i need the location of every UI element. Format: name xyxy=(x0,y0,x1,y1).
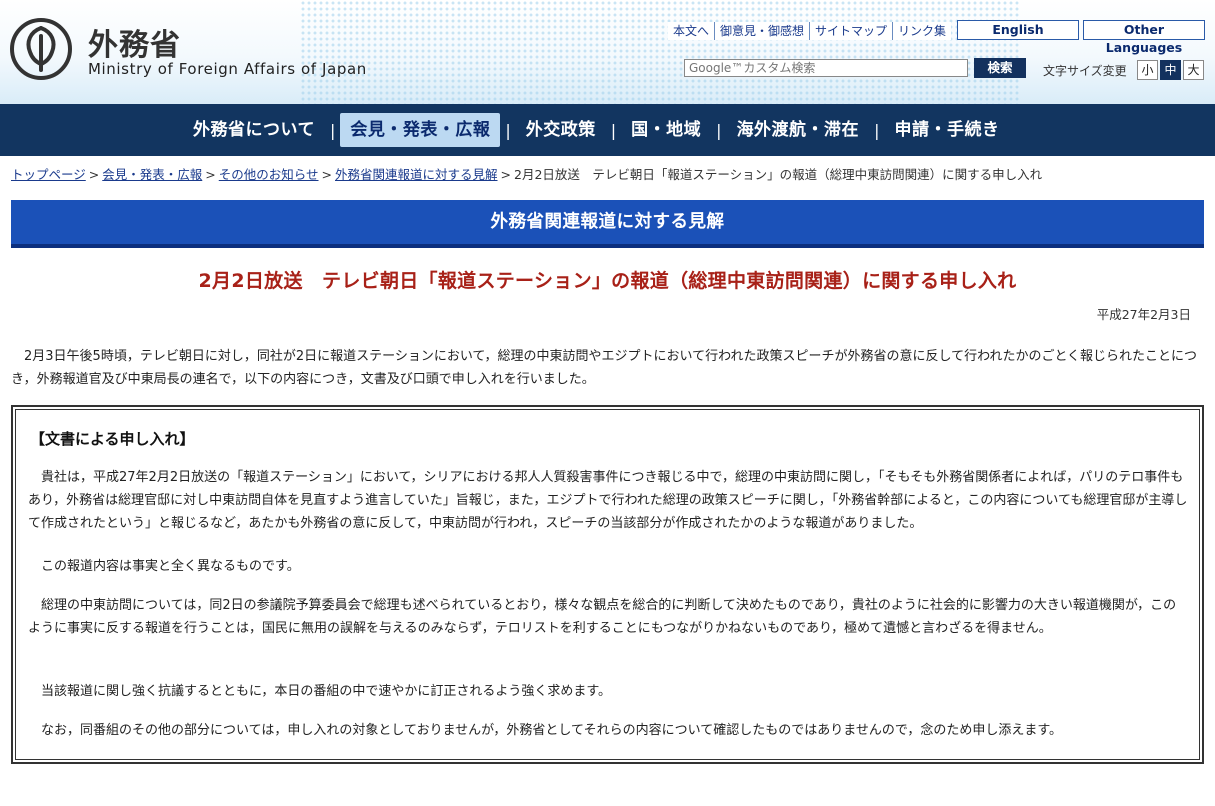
breadcrumb-link-press[interactable]: 会見・発表・広報 xyxy=(102,167,202,182)
util-link-links[interactable]: リンク集 xyxy=(893,22,951,40)
section-banner: 外務省関連報道に対する見解 xyxy=(11,200,1204,248)
letter-paragraph: 総理の中東訪問については，同2日の参議院予算委員会で総理も述べられているとおり，… xyxy=(28,598,1177,636)
breadcrumb-current: 2月2日放送 テレビ朝日「報道ステーション」の報道（総理中東訪問関連）に関する申… xyxy=(514,167,1043,182)
site-header: 外務省 Ministry of Foreign Affairs of Japan… xyxy=(0,0,1215,104)
font-size-medium-button[interactable]: 中 xyxy=(1160,60,1181,80)
letter-paragraph: この報道内容は事実と全く異なるものです。 xyxy=(28,559,300,574)
intro-paragraph: 2月3日午後5時頃，テレビ朝日に対し，同社が2日に報道ステーションにおいて，総理… xyxy=(11,349,1198,387)
nav-separator: | xyxy=(330,120,336,140)
nav-item-press[interactable]: 会見・発表・広報 xyxy=(340,113,501,147)
nav-item-travel[interactable]: 海外渡航・滞在 xyxy=(727,113,870,147)
letter-paragraph: 当該報道に関し強く抗議するとともに，本日の番組の中で速やかに訂正されるよう強く求… xyxy=(28,684,612,699)
breadcrumb: トップページ > 会見・発表・広報 > その他のお知らせ > 外務省関連報道に対する見解 >2… xyxy=(11,167,1043,182)
nav-item-about[interactable]: 外務省について xyxy=(183,113,325,147)
font-size-label: 文字サイズ変更 xyxy=(1043,64,1127,78)
page-title: 2月2日放送 テレビ朝日「報道ステーション」の報道（総理中東訪問関連）に関する申… xyxy=(198,270,1017,292)
publish-date: 平成27年2月3日 xyxy=(1096,307,1191,322)
util-link-feedback[interactable]: 御意見・御感想 xyxy=(715,22,811,40)
font-size-large-button[interactable]: 大 xyxy=(1183,60,1204,80)
other-languages-button[interactable]: Other Languages xyxy=(1083,20,1205,55)
nav-item-procedures[interactable]: 申請・手続き xyxy=(884,113,1009,147)
nav-separator: | xyxy=(610,120,617,140)
letter-heading: 【文書による申し入れ】 xyxy=(30,430,195,448)
search-input[interactable] xyxy=(684,59,968,77)
logo-english[interactable]: Ministry of Foreign Affairs of Japan xyxy=(88,60,367,78)
nav-separator: | xyxy=(505,120,511,140)
letter-paragraph: 貴社は，平成27年2月2日放送の「報道ステーション」において，シリアにおける邦人… xyxy=(28,470,1188,531)
nav-separator: | xyxy=(874,120,880,140)
nav-item-policy[interactable]: 外交政策 xyxy=(516,113,606,147)
breadcrumb-link-views[interactable]: 外務省関連報道に対する見解 xyxy=(335,167,498,182)
english-button[interactable]: English xyxy=(957,20,1079,40)
letter-box-inner: 【文書による申し入れ】 貴社は，平成27年2月2日放送の「報道ステーション」にお… xyxy=(15,409,1200,760)
global-nav: 外務省について | 会見・発表・広報 | 外交政策 | 国・地域 | 海外渡航・… xyxy=(0,104,1215,156)
util-link-sitemap[interactable]: サイトマップ xyxy=(810,22,894,40)
breadcrumb-link-notices[interactable]: その他のお知らせ xyxy=(219,167,319,182)
utility-links: 本文へ 御意見・御感想 サイトマップ リンク集 xyxy=(668,22,952,40)
search-button[interactable]: 検索 xyxy=(974,58,1026,78)
util-link-main-content[interactable]: 本文へ xyxy=(668,22,716,40)
world-map-decoration xyxy=(300,0,1020,104)
nav-item-countries[interactable]: 国・地域 xyxy=(621,113,711,147)
nav-separator: | xyxy=(716,120,722,140)
letter-paragraph: なお，同番組のその他の部分については，申し入れの対象としておりませんが，外務省と… xyxy=(28,723,1063,738)
letter-box: 【文書による申し入れ】 貴社は，平成27年2月2日放送の「報道ステーション」にお… xyxy=(11,405,1204,764)
mofa-emblem-icon[interactable] xyxy=(10,18,72,80)
breadcrumb-link-top[interactable]: トップページ xyxy=(11,167,86,182)
logo-japanese[interactable]: 外務省 xyxy=(88,20,181,64)
font-size-small-button[interactable]: 小 xyxy=(1137,60,1158,80)
